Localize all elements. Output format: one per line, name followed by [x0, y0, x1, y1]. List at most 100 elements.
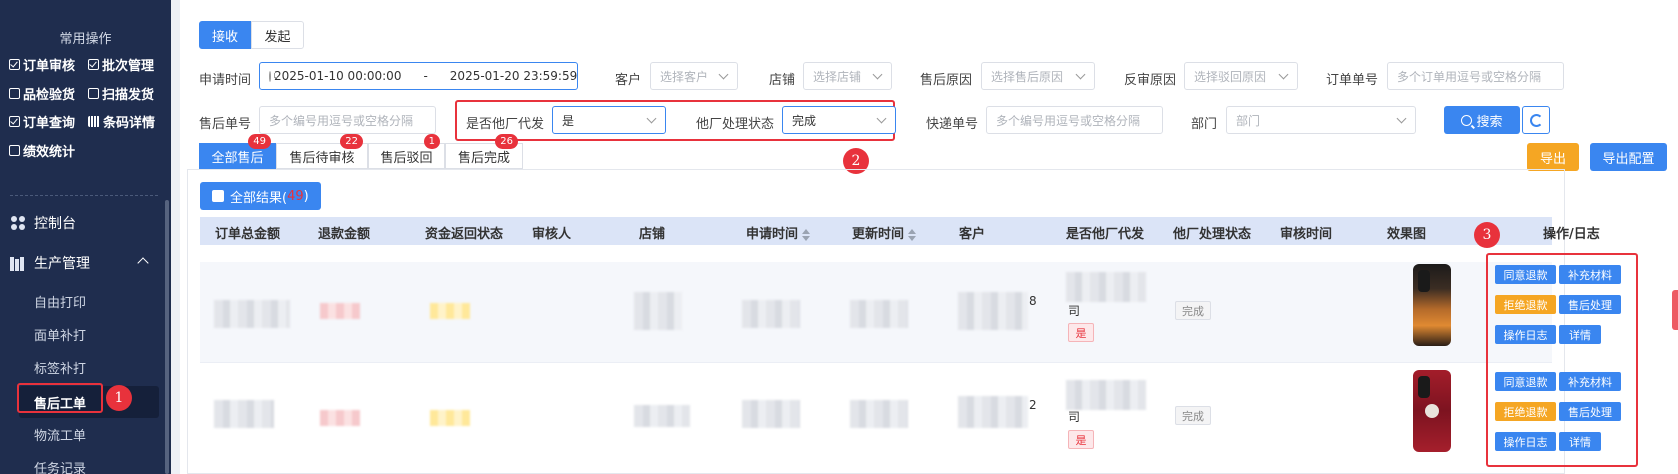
sidebar-sub-waybill-reprint[interactable]: 面单补打	[34, 325, 86, 344]
redacted-cell	[958, 396, 1028, 428]
sidebar-item-production[interactable]: 生产管理	[0, 253, 171, 273]
dashboard-icon	[10, 215, 26, 231]
chevron-down-icon	[1075, 69, 1086, 80]
redacted-cell	[320, 303, 360, 319]
sidebar-sub-free-print[interactable]: 自由打印	[34, 292, 86, 311]
aftersale-reason-select[interactable]: 选择售后原因	[981, 62, 1095, 90]
detail-button[interactable]: 详情	[1559, 325, 1601, 344]
tab-receive[interactable]: 接收	[199, 21, 251, 49]
operation-log-button[interactable]: 操作日志	[1495, 432, 1556, 451]
aftersale-reason-label: 售后原因	[920, 73, 973, 88]
quick-actions-title: 常用操作	[59, 32, 112, 47]
effect-image-thumbnail[interactable]	[1413, 264, 1451, 346]
redacted-cell	[958, 292, 1028, 330]
col-operation-log: 操作/日志	[1543, 227, 1600, 242]
side-drawer-handle[interactable]	[1672, 290, 1678, 330]
col-other-factory: 是否他厂代发	[1066, 227, 1145, 242]
col-review-time: 审核时间	[1280, 227, 1333, 242]
tab-all-aftersale[interactable]: 全部售后 49	[199, 134, 276, 169]
other-factory-label: 是否他厂代发	[466, 117, 545, 132]
marker-3: 3	[1474, 222, 1500, 248]
sidebar-sub-logistics[interactable]: 物流工单	[34, 425, 86, 444]
reject-refund-button[interactable]: 拒绝退款	[1495, 402, 1556, 421]
sidebar-scrollbar[interactable]	[165, 200, 169, 474]
search-order-icon	[9, 116, 20, 127]
redacted-cell	[634, 292, 682, 330]
sort-icon[interactable]	[908, 228, 917, 241]
redacted-cell	[214, 400, 274, 428]
effect-image-thumbnail[interactable]	[1413, 370, 1451, 452]
redacted-cell	[214, 300, 290, 328]
shop-select[interactable]: 选择店铺	[803, 62, 892, 90]
export-config-button[interactable]: 导出配置	[1590, 143, 1667, 171]
search-button[interactable]: 搜索	[1444, 106, 1520, 134]
quick-item-barcode[interactable]: 条码详情	[88, 112, 155, 131]
col-order-total: 订单总金额	[215, 227, 281, 242]
refresh-button[interactable]	[1522, 106, 1550, 134]
stats-icon	[9, 145, 20, 156]
chevron-up-icon[interactable]	[137, 257, 149, 269]
quick-item-order-query[interactable]: 订单查询	[9, 112, 75, 131]
chevron-down-icon	[1278, 69, 1289, 80]
quick-item-stats[interactable]: 绩效统计	[9, 141, 75, 160]
dept-select[interactable]: 部门	[1226, 106, 1416, 134]
count-badge: 26	[495, 134, 518, 149]
tab-rejected[interactable]: 售后驳回 1	[368, 134, 445, 169]
col-refund-amount: 退款金额	[318, 227, 371, 242]
chevron-down-icon	[872, 69, 883, 80]
all-results-button[interactable]: 全部结果(49)	[200, 182, 321, 210]
chevron-down-icon	[1396, 113, 1407, 124]
sidebar-sub-task-log[interactable]: 任务记录	[34, 458, 86, 474]
quick-item-scan-ship[interactable]: 扫描发货	[88, 84, 154, 103]
status-badge: 完成	[1175, 406, 1211, 425]
quick-item-inspect[interactable]: 品检验货	[9, 84, 75, 103]
dept-label: 部门	[1191, 117, 1218, 132]
other-factory-select[interactable]: 是	[552, 106, 666, 134]
col-apply-time[interactable]: 申请时间	[746, 223, 811, 242]
redacted-cell	[320, 410, 360, 426]
export-button[interactable]: 导出	[1527, 143, 1579, 171]
highlight-box-1	[17, 383, 103, 413]
col-update-time[interactable]: 更新时间	[852, 223, 917, 242]
supplement-material-button[interactable]: 补充材料	[1559, 372, 1621, 391]
express-no-label: 快递单号	[926, 117, 979, 132]
col-reviewer: 审核人	[532, 227, 572, 242]
sidebar-divider	[10, 195, 158, 196]
redacted-cell	[850, 400, 908, 428]
other-status-label: 他厂处理状态	[696, 117, 775, 132]
detail-button[interactable]: 详情	[1559, 432, 1601, 451]
supplement-material-button[interactable]: 补充材料	[1559, 265, 1621, 284]
other-status-select[interactable]: 完成	[782, 106, 896, 134]
count-badge: 1	[423, 134, 440, 149]
sidebar-item-console[interactable]: 控制台	[0, 213, 171, 233]
chevron-down-icon	[646, 113, 657, 124]
express-no-input[interactable]: 多个编号用逗号或空格分隔	[986, 106, 1163, 134]
order-no-input[interactable]: 多个订单用逗号或空格分隔	[1387, 62, 1564, 90]
aftersale-handle-button[interactable]: 售后处理	[1559, 402, 1621, 421]
redacted-cell	[1066, 272, 1146, 302]
aftersale-handle-button[interactable]: 售后处理	[1559, 295, 1621, 314]
approve-refund-button[interactable]: 同意退款	[1495, 265, 1556, 284]
production-icon	[10, 255, 26, 271]
reject-refund-button[interactable]: 拒绝退款	[1495, 295, 1556, 314]
tab-pending-review[interactable]: 售后待审核 22	[276, 134, 368, 169]
col-customer: 客户	[959, 227, 986, 242]
tab-initiate[interactable]: 发起	[251, 21, 304, 49]
aftersale-no-input[interactable]: 多个编号用逗号或空格分隔	[259, 106, 436, 134]
customer-select[interactable]: 选择客户	[650, 62, 738, 90]
redacted-cell	[634, 405, 690, 427]
chevron-down-icon	[718, 69, 729, 80]
redacted-cell	[1066, 380, 1146, 410]
sort-icon[interactable]	[802, 228, 811, 241]
scan-icon	[88, 88, 99, 99]
operation-log-button[interactable]: 操作日志	[1495, 325, 1556, 344]
customer-cell: 8	[1029, 294, 1037, 308]
approve-refund-button[interactable]: 同意退款	[1495, 372, 1556, 391]
date-range-picker[interactable]: 2025-01-10 00:00:00 - 2025-01-20 23:59:5…	[259, 62, 578, 90]
checkbox-icon	[212, 190, 224, 202]
quick-item-order-review[interactable]: 订单审核	[9, 55, 75, 74]
reject-reason-select[interactable]: 选择驳回原因	[1184, 62, 1298, 90]
tab-completed[interactable]: 售后完成 26	[445, 134, 523, 169]
quick-item-batch[interactable]: 批次管理	[88, 55, 154, 74]
sidebar-sub-label-reprint[interactable]: 标签补打	[34, 358, 86, 377]
